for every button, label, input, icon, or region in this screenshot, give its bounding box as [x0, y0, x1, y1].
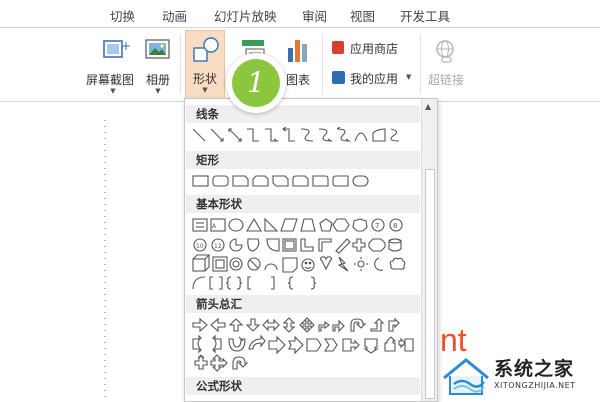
- basic-shapes-icon[interactable]: A 7 8 10 12: [191, 217, 421, 283]
- hyperlink-label: 超链接: [427, 73, 464, 87]
- svg-text:10: 10: [196, 243, 204, 250]
- app-store-label: 应用商店: [350, 42, 399, 56]
- ribbon-tab-bar: 切换 动画 幻灯片放映 审阅 视图 开发工具: [0, 0, 600, 28]
- shape-row-rectangles: [191, 173, 419, 191]
- ribbon-divider: [322, 34, 323, 94]
- ribbon-divider: [420, 34, 421, 94]
- vertical-ruler: [104, 120, 106, 400]
- svg-text:8: 8: [393, 222, 397, 230]
- shapes-icon: [193, 37, 219, 62]
- svg-text:+: +: [121, 39, 130, 53]
- tab-animations[interactable]: 动画: [162, 6, 187, 25]
- section-block-arrows: 箭头总汇: [186, 295, 420, 313]
- apps-cube-icon: [332, 71, 345, 84]
- shape-rows-arrows: [191, 317, 421, 373]
- svg-text:A: A: [212, 223, 217, 230]
- line-shapes-icon[interactable]: [191, 127, 419, 143]
- hyperlink-button[interactable]: 超链接: [424, 32, 468, 98]
- globe-link-icon: [436, 40, 454, 63]
- section-lines: 线条: [186, 105, 420, 123]
- step-number: 1: [232, 59, 280, 107]
- photo-album-icon: [145, 39, 170, 59]
- ribbon-divider: [180, 34, 181, 94]
- shapes-gallery-dropdown: ▲ 线条 矩形 基本形状 A 7 8 10 12 箭头总汇 公式形状: [184, 98, 438, 402]
- house-logo-icon: [443, 358, 489, 395]
- bar-chart-icon: [288, 40, 307, 62]
- chevron-down-icon: ▼: [155, 87, 161, 95]
- tab-developer[interactable]: 开发工具: [400, 6, 450, 25]
- scrollbar-thumb[interactable]: [425, 169, 435, 399]
- block-arrows-icon[interactable]: [191, 317, 421, 373]
- chevron-down-icon: ▼: [406, 73, 412, 81]
- rectangle-shapes-icon[interactable]: [191, 173, 419, 189]
- chevron-down-icon: ▼: [202, 86, 208, 94]
- tab-slideshow[interactable]: 幻灯片放映: [214, 6, 277, 25]
- ribbon-insert: + 屏幕截图 ▼ 相册 ▼ 形状 ▼ 图表 应用商店 我的应用 ▼ 超链接: [0, 28, 600, 114]
- tab-review[interactable]: 审阅: [302, 6, 327, 25]
- tab-view[interactable]: 视图: [350, 6, 375, 25]
- my-apps-label: 我的应用: [350, 72, 399, 86]
- bracket-shapes-icon[interactable]: [191, 275, 421, 291]
- screenshot-button[interactable]: + 屏幕截图 ▼: [86, 32, 134, 98]
- store-bag-icon: [332, 41, 344, 54]
- screenshot-icon: +: [103, 39, 130, 58]
- svg-text:12: 12: [214, 243, 222, 250]
- tab-transitions[interactable]: 切换: [110, 6, 135, 25]
- gallery-scrollbar[interactable]: ▲: [421, 99, 437, 401]
- section-equation-shapes: 公式形状: [186, 377, 420, 395]
- chevron-down-icon: ▼: [110, 87, 116, 95]
- album-label: 相册: [145, 73, 170, 87]
- shape-row-lines: [191, 127, 419, 145]
- screenshot-label: 屏幕截图: [85, 73, 134, 87]
- site-watermark-logo: 系统之家 XITONGZHIJIA.NET: [440, 352, 600, 402]
- scroll-up-icon[interactable]: ▲: [425, 102, 431, 111]
- shapes-button[interactable]: 形状 ▼: [185, 30, 225, 100]
- watermark-url: XITONGZHIJIA.NET: [494, 381, 576, 390]
- svg-text:7: 7: [375, 222, 379, 230]
- shapes-label: 形状: [192, 72, 217, 86]
- section-basic-shapes: 基本形状: [186, 195, 420, 213]
- app-store-button[interactable]: 应用商店: [330, 40, 414, 58]
- watermark-title: 系统之家: [494, 358, 575, 380]
- section-rectangles: 矩形: [186, 151, 420, 169]
- shape-row-brackets: [191, 275, 421, 293]
- album-button[interactable]: 相册 ▼: [138, 32, 178, 98]
- step-badge: 1: [226, 53, 286, 113]
- my-apps-button[interactable]: 我的应用 ▼: [330, 70, 420, 88]
